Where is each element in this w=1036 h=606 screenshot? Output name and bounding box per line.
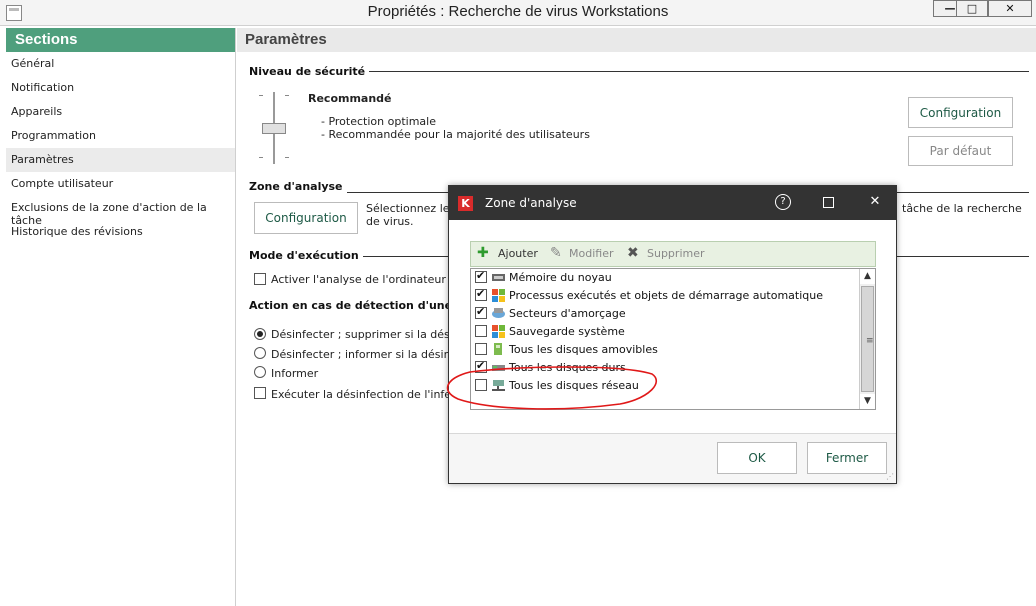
item-checkbox[interactable] — [475, 325, 487, 337]
radio-disinfect-delete-label: Désinfecter ; supprimer si la désinf — [271, 328, 464, 341]
ok-button[interactable]: OK — [717, 442, 797, 474]
scan-zone-toolbar: ✚ Ajouter ✎ Modifier ✖ Supprimer — [470, 241, 876, 267]
security-level-desc-1: - Protection optimale — [321, 115, 436, 128]
item-label: Tous les disques amovibles — [509, 343, 658, 356]
close-window-button[interactable]: ✕ — [988, 0, 1032, 17]
dialog-title: Zone d'analyse — [485, 196, 577, 210]
boot-sector-icon — [492, 308, 505, 318]
delete-button[interactable]: Supprimer — [647, 247, 705, 260]
sidebar-item-settings[interactable]: Paramètres — [6, 148, 235, 172]
radio-disinfect-delete[interactable] — [254, 328, 266, 340]
scroll-down-icon[interactable]: ▼ — [860, 394, 875, 409]
security-level-slider-thumb[interactable] — [262, 123, 286, 134]
list-item[interactable]: Tous les disques réseau — [471, 377, 860, 395]
item-label: Secteurs d'amorçage — [509, 307, 626, 320]
add-icon: ✚ — [477, 245, 489, 261]
sidebar-item-notification[interactable]: Notification — [6, 76, 235, 100]
run-mode-checkbox[interactable] — [254, 273, 266, 285]
list-item[interactable]: Tous les disques amovibles — [471, 341, 860, 359]
modify-button[interactable]: Modifier — [569, 247, 613, 260]
help-icon[interactable]: ? — [775, 194, 791, 210]
item-label: Processus exécutés et objets de démarrag… — [509, 289, 824, 302]
item-checkbox[interactable] — [475, 269, 487, 283]
slider-tick — [285, 95, 289, 96]
item-checkbox[interactable] — [475, 343, 487, 355]
add-button[interactable]: Ajouter — [498, 247, 538, 260]
run-mode-label: Activer l'analyse de l'ordinateur lor — [271, 273, 464, 286]
slider-tick — [259, 95, 263, 96]
list-item[interactable]: Processus exécutés et objets de démarrag… — [471, 287, 860, 305]
resize-grip-icon[interactable]: ⋰ — [886, 472, 894, 481]
active-disinfection-checkbox[interactable] — [254, 387, 266, 399]
radio-disinfect-inform-label: Désinfecter ; informer si la désinfec — [271, 348, 468, 361]
window-titlebar: Propriétés : Recherche de virus Workstat… — [0, 0, 1036, 26]
sections-sidebar: Sections Général Notification Appareils … — [6, 28, 236, 606]
dialog-close-icon[interactable]: ✕ — [867, 194, 883, 210]
security-configure-button[interactable]: Configuration — [908, 97, 1013, 128]
radio-inform-label: Informer — [271, 367, 319, 380]
scan-zone-description: Sélectionnez les — [366, 202, 456, 215]
item-checkbox[interactable] — [475, 359, 487, 373]
list-item[interactable]: Tous les disques durs — [471, 359, 860, 377]
security-level-title: Niveau de sécurité — [249, 65, 370, 78]
item-label: Tous les disques durs — [509, 361, 626, 374]
list-item[interactable]: Secteurs d'amorçage — [471, 305, 860, 323]
item-checkbox[interactable] — [475, 287, 487, 301]
sidebar-item-schedule[interactable]: Programmation — [6, 124, 235, 148]
kaspersky-logo-icon: K — [458, 196, 473, 211]
scroll-up-icon[interactable]: ▲ — [860, 269, 875, 284]
hard-drive-icon — [492, 365, 505, 371]
close-dialog-button[interactable]: Fermer — [807, 442, 887, 474]
scroll-grip-icon: ≡ — [866, 336, 874, 346]
network-drive-icon — [492, 380, 505, 391]
dialog-maximize-icon[interactable] — [823, 197, 834, 208]
sidebar-title: Sections — [6, 28, 235, 52]
scan-zone-dialog: K Zone d'analyse ? ✕ ✚ Ajouter ✎ Modifie… — [448, 185, 897, 484]
item-checkbox[interactable] — [475, 305, 487, 319]
window-title: Propriétés : Recherche de virus Workstat… — [367, 3, 669, 20]
list-scrollbar[interactable]: ▲ ≡ ▼ — [859, 269, 875, 409]
edit-icon: ✎ — [550, 245, 562, 261]
list-item[interactable]: Mémoire du noyau — [471, 269, 860, 287]
item-label: Tous les disques réseau — [509, 379, 639, 392]
sidebar-item-exclusions[interactable]: Exclusions de la zone d'action de la tâc… — [6, 196, 235, 227]
security-level-desc-2: - Recommandée pour la majorité des utili… — [321, 128, 590, 141]
slider-tick — [259, 157, 263, 158]
radio-inform[interactable] — [254, 366, 266, 378]
scroll-thumb[interactable]: ≡ — [861, 286, 874, 392]
sidebar-item-devices[interactable]: Appareils — [6, 100, 235, 124]
default-button[interactable]: Par défaut — [908, 136, 1013, 166]
dialog-titlebar: K Zone d'analyse ? ✕ — [449, 186, 896, 220]
action-title: Action en cas de détection d'une m — [249, 299, 472, 312]
scan-zone-description-right: tâche de la recherche — [902, 202, 1022, 215]
windows-logo-icon — [492, 325, 505, 338]
run-mode-title: Mode d'exécution — [249, 249, 363, 262]
delete-icon: ✖ — [627, 245, 639, 261]
windows-logo-icon — [492, 289, 505, 302]
scan-zone-configure-button[interactable]: Configuration — [254, 202, 358, 234]
slider-tick — [285, 157, 289, 158]
radio-disinfect-inform[interactable] — [254, 347, 266, 359]
item-checkbox[interactable] — [475, 379, 487, 391]
list-item[interactable]: Sauvegarde système — [471, 323, 860, 341]
sidebar-item-general[interactable]: Général — [6, 52, 235, 76]
sidebar-item-user-account[interactable]: Compte utilisateur — [6, 172, 235, 196]
scan-zone-list[interactable]: Mémoire du noyau Processus exécutés et o… — [470, 268, 876, 410]
panel-title: Paramètres — [237, 28, 1036, 52]
item-label: Mémoire du noyau — [509, 271, 612, 284]
scan-zone-description-2: de virus. — [366, 215, 414, 228]
removable-drive-icon — [494, 343, 502, 355]
maximize-button[interactable]: □ — [956, 0, 988, 17]
security-level-name: Recommandé — [308, 92, 392, 105]
item-label: Sauvegarde système — [509, 325, 625, 338]
memory-chip-icon — [492, 274, 505, 281]
active-disinfection-label: Exécuter la désinfection de l'infect — [271, 388, 462, 401]
scan-zone-title: Zone d'analyse — [249, 180, 347, 193]
